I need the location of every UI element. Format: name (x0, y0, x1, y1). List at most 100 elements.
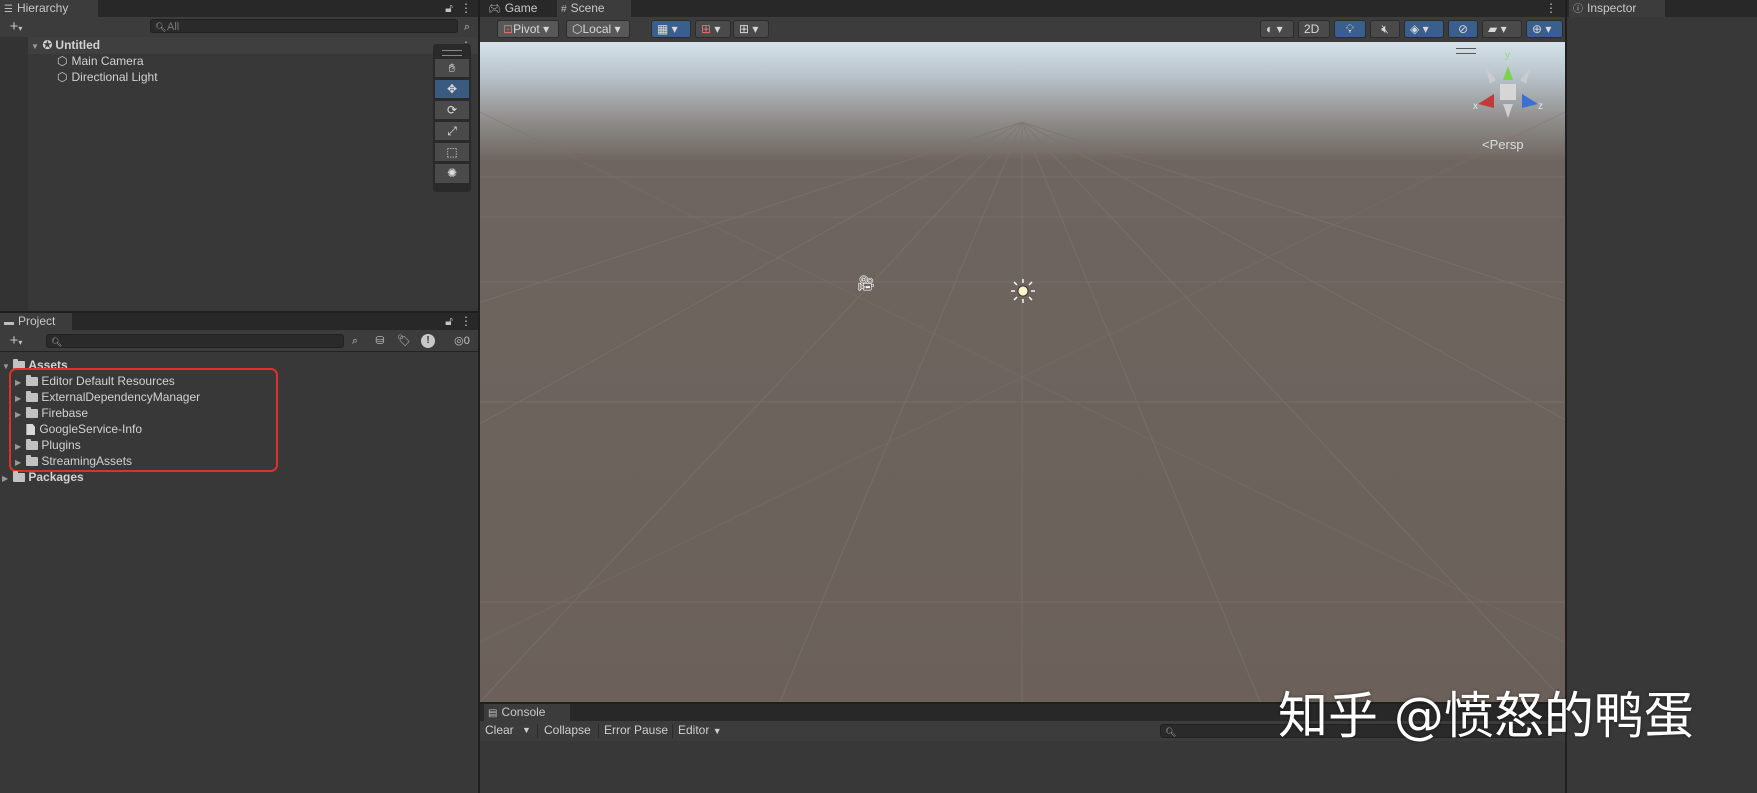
chevron-down-icon: ▼ (712, 726, 722, 736)
watermark-text: 知乎 @愤怒的鸭蛋 (1278, 687, 1694, 745)
camera-gizmo-icon[interactable]: 🎥︎ (856, 274, 876, 294)
grid-snap-toggle[interactable]: ▦ ▾ (651, 20, 691, 38)
hierarchy-gutter (0, 37, 28, 311)
toggle-2d-button[interactable]: 2D (1298, 20, 1330, 38)
hierarchy-item-directional-light[interactable]: ⬡ Directional Light (57, 69, 158, 85)
warning-icon[interactable]: ! (421, 334, 435, 348)
hidden-count: 0 (463, 335, 470, 347)
layers-icon: ◈ (1410, 22, 1420, 36)
transform-tool-icon[interactable]: ✺ (435, 164, 469, 183)
hierarchy-icon: ☰ (4, 4, 13, 15)
gameobject-cube-icon: ⬡ (57, 54, 68, 68)
gizmos-dropdown[interactable]: ⊕ ▾ (1526, 20, 1563, 38)
gizmo-x-label: x (1473, 101, 1478, 112)
grid-snap-icon: ▦ (657, 22, 669, 36)
filter-by-label-icon[interactable]: 🏷︎ (396, 333, 412, 349)
more-menu-icon[interactable]: ⋮ (460, 313, 472, 329)
orientation-gizmo[interactable] (1472, 52, 1544, 122)
hierarchy-item-label: Main Camera (71, 54, 144, 68)
tab-game[interactable]: 🎮︎ Game (484, 0, 562, 17)
hierarchy-item-label: Directional Light (71, 70, 158, 84)
rotate-tool-icon[interactable]: ⟳ (435, 101, 469, 120)
local-label: Local (582, 22, 612, 36)
shading-sphere-icon: ◐ (1266, 22, 1274, 36)
add-object-button[interactable]: +▾ (3, 19, 29, 37)
search-filter-icon[interactable]: ⌕ (348, 333, 362, 349)
camera-icon: ▰ (1488, 22, 1498, 36)
scene-visibility-toggle[interactable]: ⊘ (1448, 20, 1478, 38)
packages-label: Packages (28, 470, 84, 484)
lock-icon[interactable]: 🔓︎ (442, 0, 456, 16)
gizmo-y-label: y (1505, 50, 1510, 61)
gamepad-icon: 🎮︎ (488, 4, 501, 15)
hidden-packages-toggle[interactable]: ◎0 (448, 333, 476, 349)
hierarchy-search-input[interactable]: 🔍︎ All (150, 19, 458, 33)
rect-tool-icon[interactable]: ⬚ (435, 143, 469, 162)
search-icon: 🔍︎ (51, 337, 63, 347)
more-menu-icon[interactable]: ⋮ (1545, 0, 1557, 16)
search-icon: 🔍︎ (1165, 727, 1177, 737)
search-filter-icon[interactable]: ⌕ (460, 19, 474, 35)
light-gizmo-icon[interactable] (1009, 278, 1037, 304)
unity-scene-icon: ✪ (42, 38, 53, 52)
lightbulb-icon: 💡︎ (1345, 22, 1355, 36)
palette-grip-icon[interactable] (442, 50, 462, 56)
more-menu-icon[interactable]: ⋮ (460, 0, 472, 16)
divider (598, 724, 599, 738)
inspector-body (1567, 17, 1757, 793)
pivot-label: Pivot (513, 22, 540, 36)
shading-mode-button[interactable]: ◐ ▾ (1260, 20, 1294, 38)
tab-inspector-label: Inspector (1587, 1, 1637, 15)
project-search-input[interactable]: 🔍︎ (46, 334, 344, 348)
tab-console[interactable]: ▤ Console (484, 704, 570, 721)
scene-grid-icon: # (561, 4, 567, 15)
error-pause-button[interactable]: Error Pause (604, 722, 668, 738)
lock-icon[interactable]: 🔓︎ (442, 313, 456, 329)
gizmo-globe-icon: ⊕ (1532, 22, 1543, 36)
persp-label: Persp (1489, 137, 1524, 152)
hand-tool-icon[interactable]: ✋︎ (435, 59, 469, 78)
tab-project[interactable]: ▬ Project (0, 313, 72, 330)
increment-snap-button[interactable]: ⊞ ▾ (695, 20, 731, 38)
editor-dropdown[interactable]: Editor ▼ (678, 722, 722, 738)
editor-label: Editor (678, 723, 710, 737)
hierarchy-item-main-camera[interactable]: ⬡ Main Camera (57, 53, 144, 69)
collapse-arrow-icon: ▶ (2, 474, 9, 483)
folder-tab-icon: ▬ (4, 317, 14, 328)
tab-console-label: Console (501, 705, 546, 719)
hierarchy-search-placeholder: All (167, 21, 180, 33)
filter-by-type-icon[interactable]: ⛁ (372, 333, 388, 349)
tab-hierarchy[interactable]: ☰ Hierarchy (0, 0, 98, 17)
tab-scene[interactable]: # Scene (557, 0, 631, 17)
tab-hierarchy-label: Hierarchy (16, 1, 69, 15)
audio-toggle[interactable]: 🔇︎ (1370, 20, 1400, 38)
scene-viewport[interactable] (480, 42, 1565, 702)
clear-options-chevron-icon[interactable]: ▼ (522, 722, 531, 738)
eye-slash-icon: ◎ (454, 335, 464, 347)
create-asset-button[interactable]: +▾ (3, 333, 29, 351)
grid-icon: ⊞ (739, 22, 750, 36)
camera-settings-dropdown[interactable]: ▰ ▾ (1482, 20, 1522, 38)
tab-inspector[interactable]: ⓘ Inspector (1569, 0, 1665, 17)
grid-visibility-button[interactable]: ⊞ ▾ (733, 20, 769, 38)
eye-slash-icon: ⊘ (1457, 22, 1469, 36)
chevron-left-icon: < (1482, 137, 1490, 152)
effects-dropdown[interactable]: ◈ ▾ (1404, 20, 1444, 38)
toggle-2d-label: 2D (1304, 22, 1320, 36)
increment-snap-icon: ⊞ (701, 22, 712, 36)
expand-arrow-icon: ▼ (31, 42, 39, 51)
scale-tool-icon[interactable]: ⤢ (435, 122, 469, 141)
local-cube-icon: ⬡ (572, 22, 583, 36)
packages-root-item[interactable]: ▶ Packages (2, 469, 84, 485)
search-icon: 🔍︎ (155, 22, 167, 32)
local-dropdown[interactable]: ⬡Local ▾ (566, 20, 630, 38)
console-icon: ▤ (488, 708, 498, 719)
persp-toggle[interactable]: <Persp (1482, 137, 1524, 152)
collapse-button[interactable]: Collapse (544, 722, 591, 738)
lighting-toggle[interactable]: 💡︎ (1334, 20, 1366, 38)
clear-button[interactable]: Clear (485, 722, 514, 738)
folder-icon (13, 471, 26, 482)
scene-root-item[interactable]: ▼ ✪ Untitled (31, 37, 100, 53)
move-tool-icon[interactable]: ✥ (435, 80, 469, 99)
pivot-dropdown[interactable]: ⊡Pivot ▾ (497, 20, 559, 38)
